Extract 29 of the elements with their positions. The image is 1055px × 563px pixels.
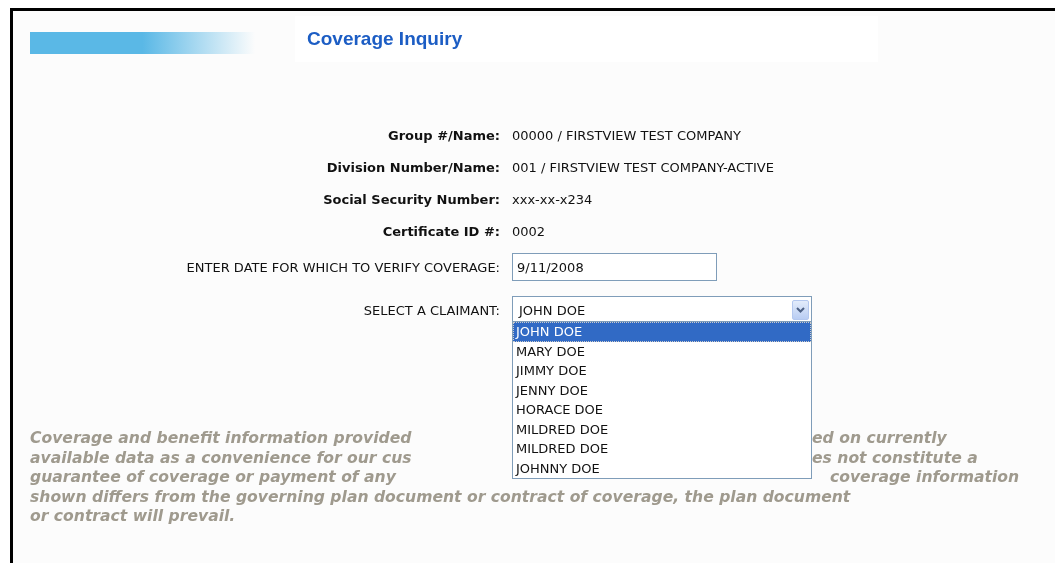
disclaimer-text: guarantee of coverage or payment of any <box>30 468 396 486</box>
disclaimer-text: Coverage and benefit information provided <box>30 429 412 447</box>
page-title: Coverage Inquiry <box>307 28 463 50</box>
field-label: ENTER DATE FOR WHICH TO VERIFY COVERAGE: <box>185 258 501 277</box>
disclaimer-text: or contract will prevail. <box>30 507 236 527</box>
disclaimer-text: es not constitute a <box>812 448 978 468</box>
field-label: Division Number/Name: <box>325 158 501 177</box>
field-label: Certificate ID #: <box>381 222 501 241</box>
dropdown-option[interactable]: MILDRED DOE <box>513 419 811 439</box>
dropdown-option[interactable]: MILDRED DOE <box>513 439 811 459</box>
field-label: Social Security Number: <box>322 190 501 209</box>
dropdown-option[interactable]: JIMMY DOE <box>513 361 811 381</box>
dropdown-option[interactable]: JOHN DOE <box>513 322 811 342</box>
field-value: xxx-xx-x234 <box>511 190 594 209</box>
disclaimer-text: shown differs from the governing plan document or contract of coverage, the plan document <box>30 487 851 507</box>
field-value: 0002 <box>511 222 547 241</box>
dropdown-option[interactable]: HORACE DOE <box>513 400 811 420</box>
claimant-select[interactable]: JOHN DOE <box>512 296 812 324</box>
disclaimer-text: ed on currently <box>812 429 947 449</box>
dropdown-option[interactable]: JENNY DOE <box>513 380 811 400</box>
field-label: Group #/Name: <box>387 126 501 145</box>
field-value: 00000 / FIRSTVIEW TEST COMPANY <box>511 126 743 145</box>
date-field[interactable]: 9/11/2008 <box>512 253 717 281</box>
field-label: SELECT A CLAIMANT: <box>362 301 501 320</box>
dropdown-option[interactable]: JOHNNY DOE <box>513 458 811 478</box>
dropdown-option[interactable]: MARY DOE <box>513 341 811 361</box>
disclaimer-text: coverage information <box>830 468 1020 488</box>
disclaimer-text: available data as a convenience for our cus <box>30 448 412 467</box>
field-value: 001 / FIRSTVIEW TEST COMPANY-ACTIVE <box>511 158 775 177</box>
